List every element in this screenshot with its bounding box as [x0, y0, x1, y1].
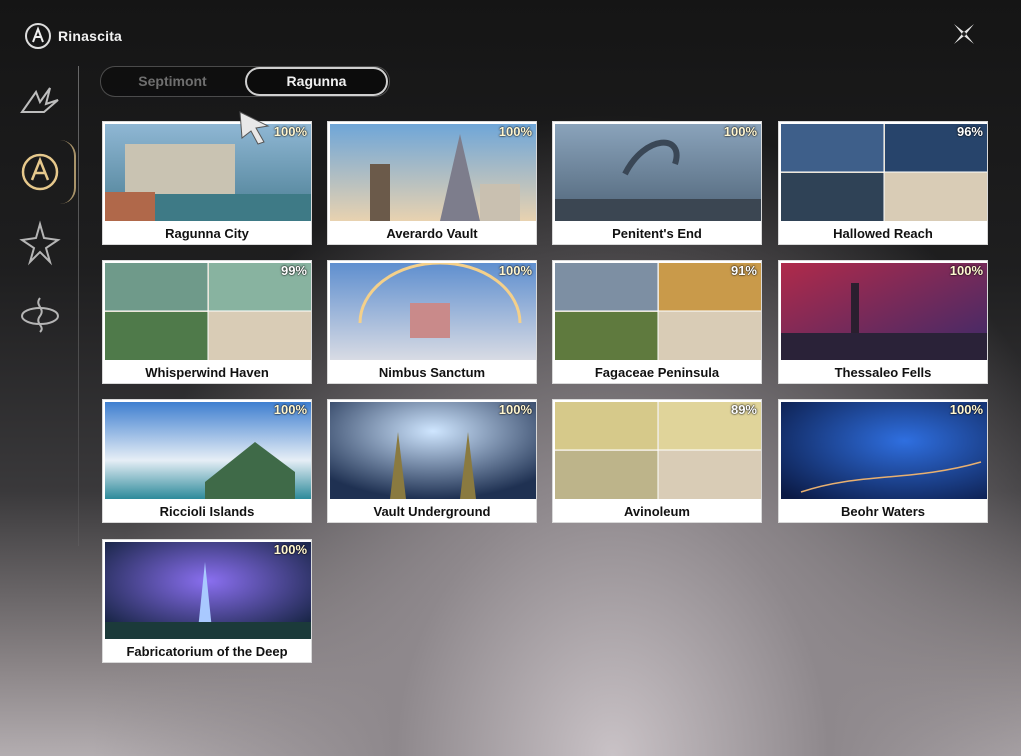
region-card-thessaleo-fells[interactable]: 100% Thessaleo Fells [778, 260, 988, 384]
completion-badge: 89% [730, 402, 757, 417]
close-button[interactable] [946, 16, 982, 52]
sidebar-item-star[interactable] [16, 218, 64, 266]
region-name: Avinoleum [624, 504, 690, 519]
app-header: Rinascita [24, 22, 122, 50]
completion-badge: 100% [498, 124, 532, 139]
completion-badge: 91% [730, 263, 757, 278]
completion-badge: 100% [273, 402, 307, 417]
region-name: Thessaleo Fells [834, 365, 932, 380]
region-card-whisperwind-haven[interactable]: 99% Whisperwind Haven [102, 260, 312, 384]
region-card-beohr-waters[interactable]: 100% Beohr Waters [778, 399, 988, 523]
region-card-nimbus-sanctum[interactable]: 100% Nimbus Sanctum [327, 260, 537, 384]
emblem-wing-icon [20, 87, 59, 113]
emblem-crest-icon [21, 153, 59, 191]
completion-badge: 100% [498, 263, 532, 278]
close-icon [954, 24, 974, 44]
region-card-averardo-vault[interactable]: 100% Averardo Vault [327, 121, 537, 245]
region-name: Hallowed Reach [833, 226, 933, 241]
completion-badge: 100% [949, 263, 983, 278]
region-card-penitents-end[interactable]: 100% Penitent's End [552, 121, 762, 245]
completion-badge: 100% [498, 402, 532, 417]
completion-badge: 100% [273, 542, 307, 557]
region-name: Nimbus Sanctum [378, 365, 486, 380]
completion-badge: 100% [723, 124, 757, 139]
region-tabs: Septimont Ragunna [100, 66, 390, 97]
sidebar-item-wing[interactable] [16, 78, 64, 126]
region-card-ragunna-city[interactable]: 100% Ragunna City [102, 121, 312, 245]
rinascita-emblem-icon [25, 23, 51, 49]
completion-badge: 96% [956, 124, 983, 139]
region-name: Fagaceae Peninsula [594, 365, 720, 380]
emblem-star-icon [19, 220, 61, 266]
tab-ragunna[interactable]: Ragunna [245, 67, 388, 96]
region-card-hallowed-reach[interactable]: 96% Hallowed Reach [778, 121, 988, 245]
app-title: Rinascita [58, 28, 123, 44]
sidebar-divider [78, 66, 79, 546]
completion-badge: 100% [273, 124, 307, 139]
region-name: Whisperwind Haven [145, 365, 269, 380]
sidebar-item-knot[interactable] [16, 288, 64, 336]
tab-septimont[interactable]: Septimont [101, 67, 244, 96]
region-card-avinoleum[interactable]: 89% Avinoleum [552, 399, 762, 523]
sidebar-item-crest[interactable] [16, 140, 76, 204]
region-name: Vault Underground [373, 504, 491, 519]
region-name: Fabricatorium of the Deep [126, 644, 288, 659]
region-card-vault-underground[interactable]: 100% Vault Underground [327, 399, 537, 523]
completion-badge: 99% [280, 263, 307, 278]
region-card-riccioli-islands[interactable]: 100% Riccioli Islands [102, 399, 312, 523]
region-name: Beohr Waters [840, 504, 926, 519]
region-card-fagaceae-peninsula[interactable]: 91% Fagaceae Peninsula [552, 260, 762, 384]
emblem-knot-icon [21, 297, 59, 333]
completion-badge: 100% [949, 402, 983, 417]
region-name: Riccioli Islands [159, 504, 255, 519]
region-name: Penitent's End [612, 226, 702, 241]
region-name: Averardo Vault [386, 226, 478, 241]
region-card-fabricatorium-of-the-deep[interactable]: 100% Fabricatorium of the Deep [102, 539, 312, 663]
sidebar [0, 66, 80, 756]
region-name: Ragunna City [165, 226, 249, 241]
